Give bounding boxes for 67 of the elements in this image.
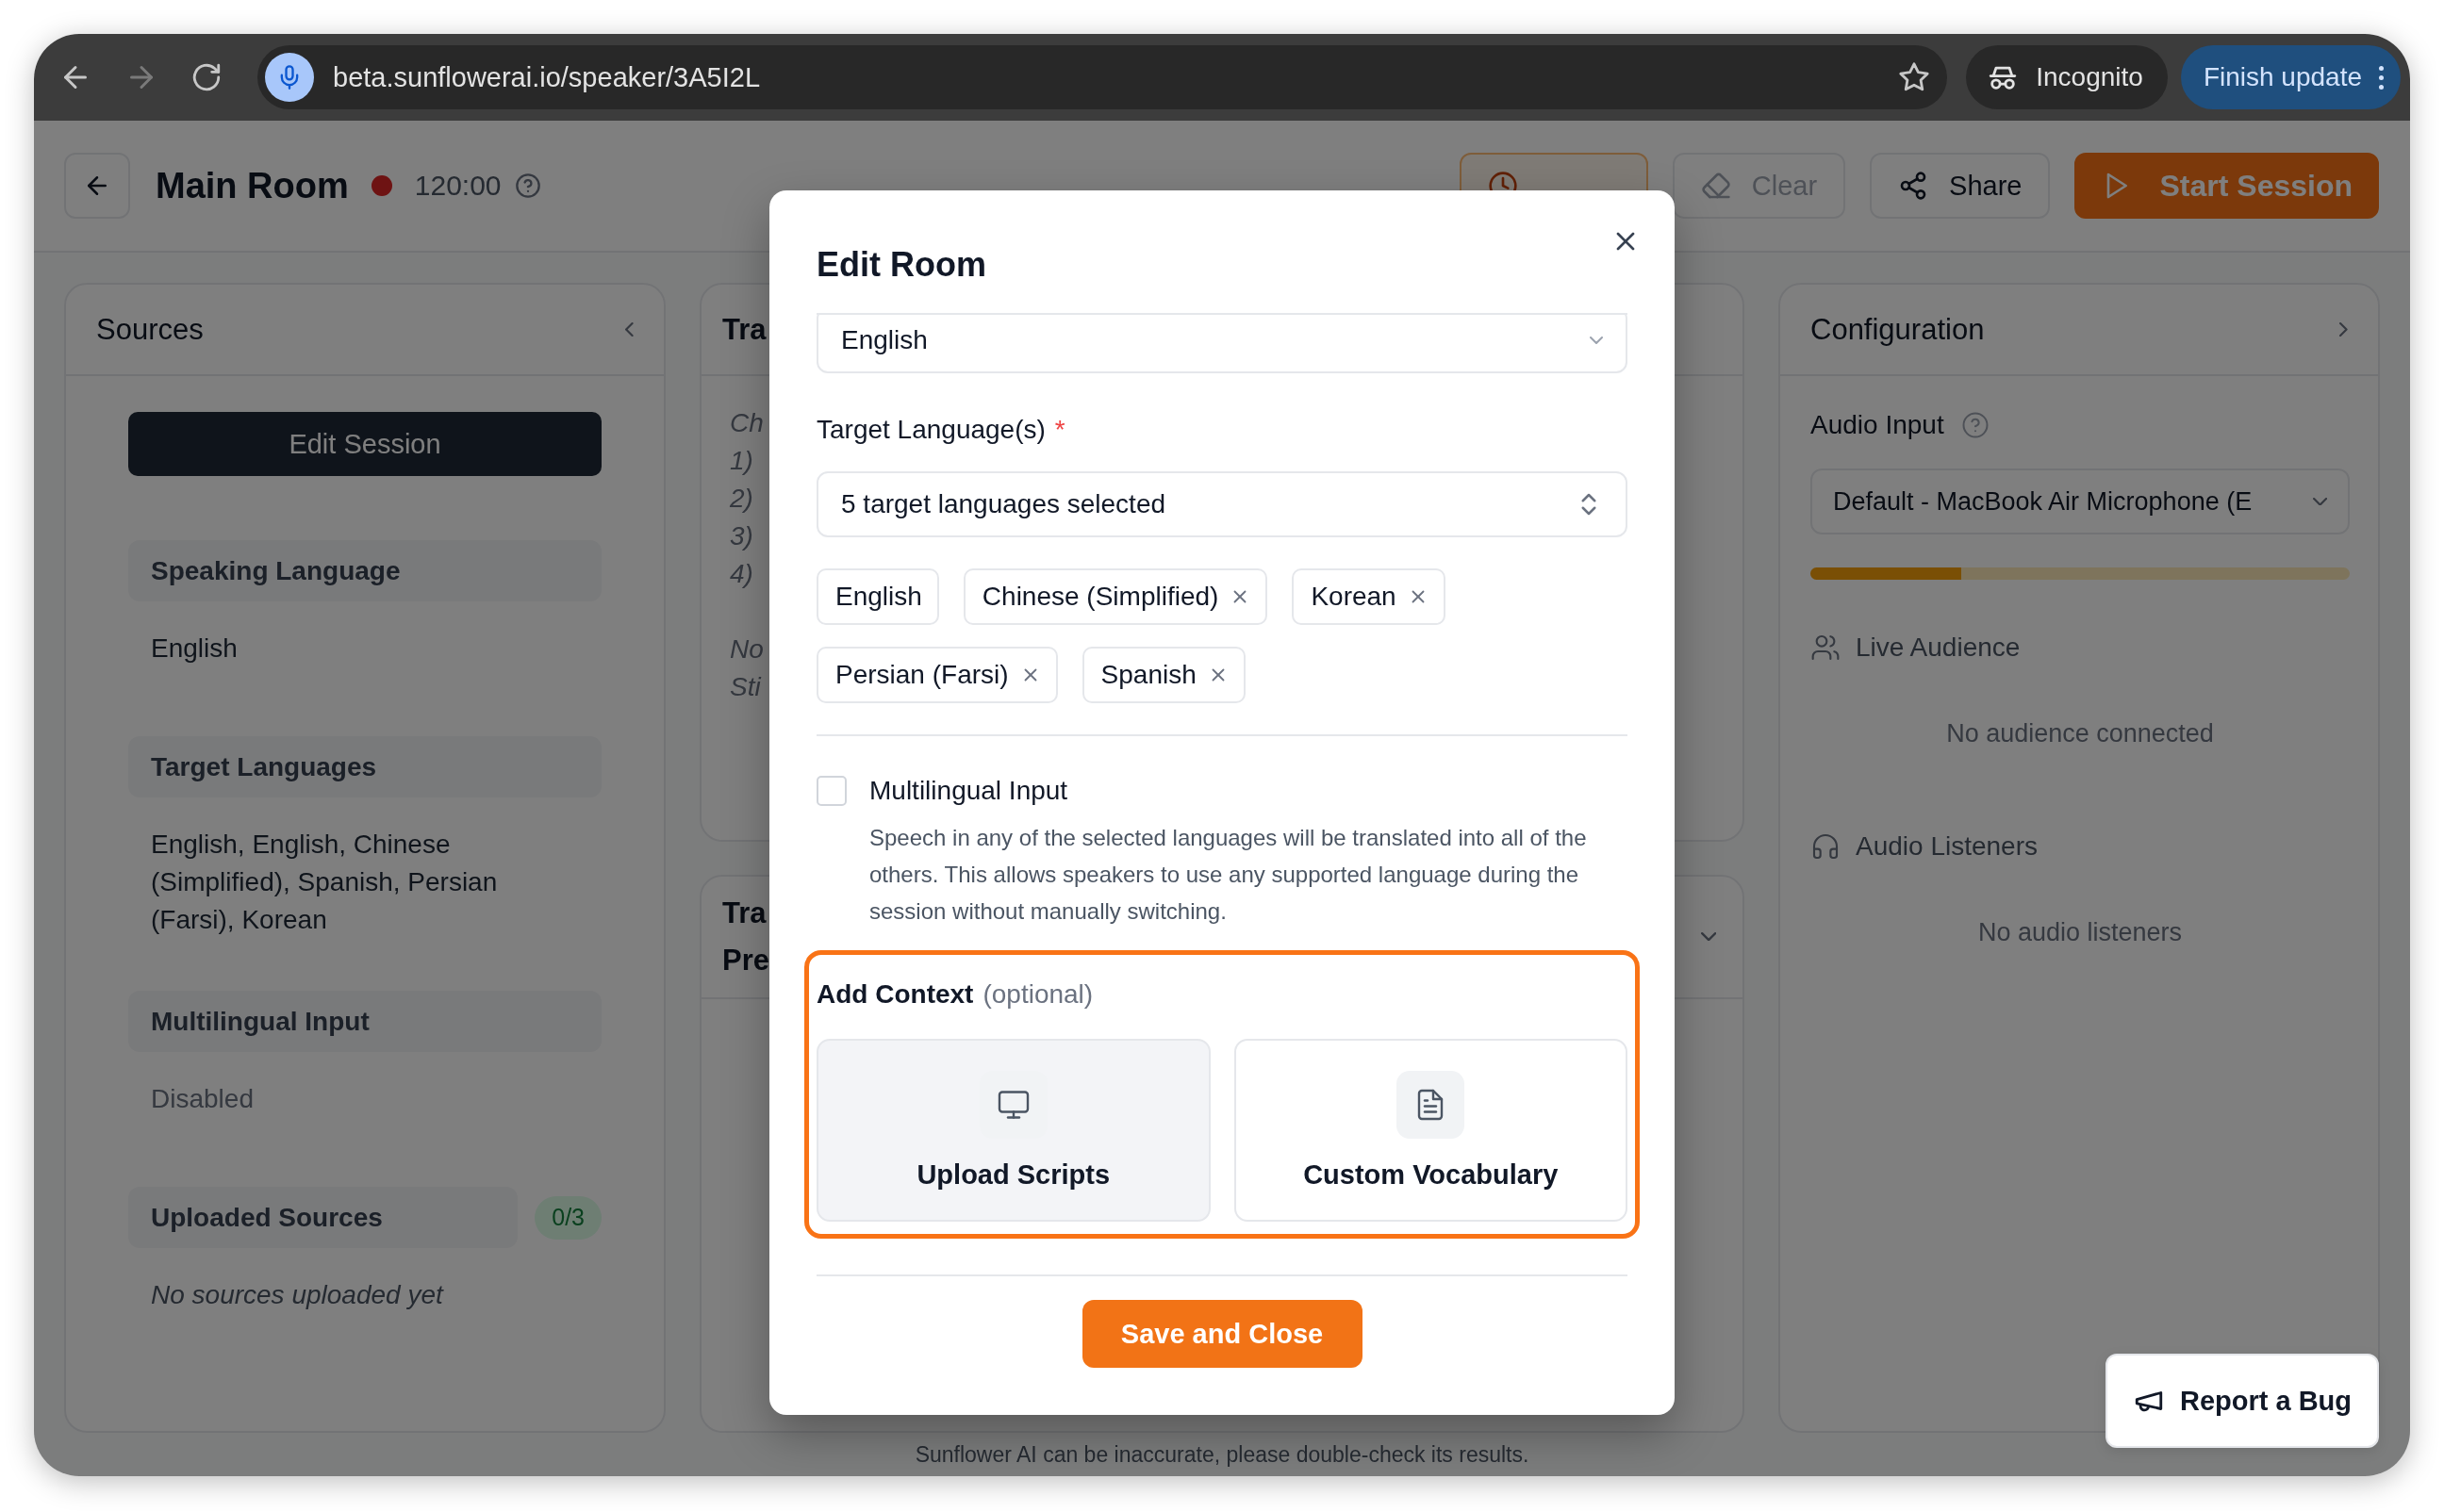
back-button[interactable] (64, 153, 130, 219)
upload-scripts-card[interactable]: Upload Scripts (817, 1039, 1211, 1222)
section-heading: Target Languages (128, 736, 602, 797)
panel-title: Configuration (1810, 312, 1985, 347)
section-heading: Speaking Language (128, 540, 602, 601)
target-languages-select[interactable]: 5 target languages selected (817, 471, 1627, 537)
panel-title: Tra (722, 312, 767, 347)
custom-vocabulary-card[interactable]: Custom Vocabulary (1233, 1039, 1627, 1222)
help-icon[interactable] (514, 173, 541, 199)
instruction-line: 1) (730, 446, 753, 475)
section-title: Add Context (817, 979, 974, 1010)
dialog-title: Edit Room (817, 245, 986, 284)
panel-title: Tra (722, 896, 767, 929)
chevron-down-icon (1590, 337, 1603, 344)
expand-icon[interactable] (1700, 931, 1716, 942)
report-bug-button[interactable]: Report a Bug (2105, 1354, 2379, 1448)
reload-icon[interactable] (190, 61, 223, 93)
panel-title: Sources (96, 312, 204, 347)
required-mark: * (1054, 415, 1065, 445)
instruction-line: 2) (730, 484, 753, 513)
section-heading: Multilingual Input (128, 991, 602, 1052)
disclaimer-text: Sunflower AI can be inaccurate, please double-check its results. (915, 1441, 1529, 1468)
note-line: Sti (730, 672, 761, 701)
section-title: Audio Listeners (1856, 831, 2038, 862)
eraser-icon (1700, 171, 1731, 201)
language-tag: Persian (Farsi) (817, 647, 1058, 703)
audio-input-select[interactable]: Default - MacBook Air Microphone (E (1810, 468, 2350, 534)
language-tag: Spanish (1082, 647, 1246, 703)
language-tag: Chinese (Simplified) (963, 568, 1268, 625)
more-icon (2379, 65, 2384, 90)
checkbox[interactable] (817, 776, 847, 806)
section-heading: Uploaded Sources (128, 1187, 519, 1248)
section-value: No sources uploaded yet (150, 1279, 445, 1311)
empty-message: No audience connected (1946, 719, 2214, 748)
edit-session-button[interactable]: Edit Session (128, 412, 602, 476)
panel-title: Pre (722, 943, 769, 977)
expand-icon[interactable] (2339, 321, 2348, 337)
section-value: English (150, 633, 239, 665)
finish-update-button[interactable]: Finish update (2180, 45, 2401, 109)
section-value: Disabled (150, 1083, 255, 1115)
incognito-badge[interactable]: Incognito (1966, 45, 2168, 109)
timer: 120:00 (414, 170, 502, 202)
room-title: Main Room (156, 165, 349, 206)
language-tag: Korean (1292, 568, 1445, 625)
address-bar[interactable]: beta.sunflowerai.io/speaker/3A5I2L (257, 45, 1948, 109)
instruction-line: Ch (730, 408, 764, 437)
star-icon[interactable] (1898, 61, 1931, 93)
optional-note: (optional) (983, 979, 1094, 1010)
chevron-down-icon (2312, 497, 2327, 506)
field-label: Target Language(s) (817, 415, 1046, 445)
users-icon (1810, 633, 1841, 663)
headphones-icon (1810, 831, 1841, 862)
instruction-line: 3) (730, 521, 753, 551)
section-value: English, English, Chinese (Simplified), Spanish, Persian (Farsi), Korean (150, 829, 499, 936)
section-title: Live Audience (1856, 633, 2021, 663)
checkbox-label: Multilingual Input (869, 776, 1068, 806)
language-tag: English (817, 568, 939, 625)
description-text: Speech in any of the selected languages will be translated into all of the others. This allows speakers to use any supported language during the session without manually switching. (869, 824, 1588, 926)
speaking-language-select[interactable]: English (817, 315, 1627, 373)
field-label: Audio Input (1810, 410, 1944, 440)
empty-message: No audio listeners (1977, 918, 2183, 946)
count-badge: 0/3 (535, 1195, 602, 1240)
microphone-icon[interactable] (265, 53, 314, 102)
instruction-line: 4) (730, 559, 753, 588)
note-line: No (730, 634, 764, 664)
collapse-icon[interactable] (625, 321, 634, 337)
share-button[interactable]: Share (1870, 153, 2051, 219)
